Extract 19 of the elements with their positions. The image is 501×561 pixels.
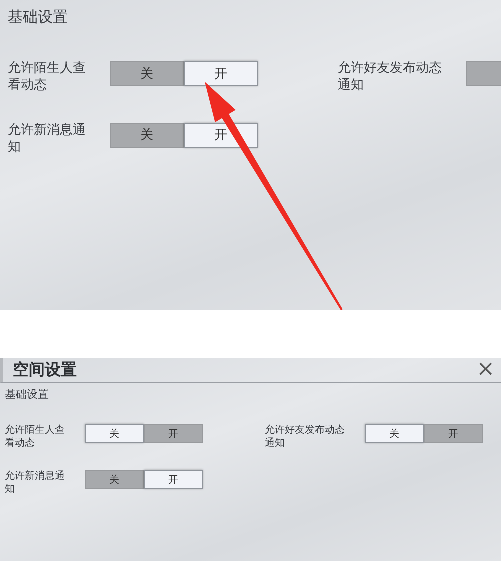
setting-label: 允许陌生人查看动态 — [5, 424, 65, 450]
setting-label: 允许好友发布动态通知 — [265, 424, 345, 450]
toggle-option[interactable]: 开 — [184, 61, 258, 86]
setting-label: 允许新消息通知 — [5, 470, 65, 496]
setting-label: 允许好友发布动态通知 — [338, 61, 442, 95]
setting-label: 允许新消息通知 — [8, 122, 86, 157]
toggle-option[interactable]: 关 — [110, 122, 184, 148]
toggle-option[interactable]: 开 — [144, 470, 203, 489]
toggle-option[interactable]: 关 — [110, 61, 184, 86]
close-icon[interactable]: × — [476, 359, 495, 381]
toggle-option[interactable]: 关 — [85, 424, 144, 443]
section-heading: 基础设置 — [8, 8, 68, 27]
toggle-option[interactable]: 开 — [144, 424, 203, 443]
section-heading: 基础设置 — [5, 387, 49, 402]
panel-title: 空间设置 — [13, 360, 77, 380]
toggle-option[interactable]: 开 — [424, 424, 483, 443]
setting-label: 允许陌生人查看动态 — [8, 61, 86, 95]
toggle-option[interactable]: 关 — [365, 424, 424, 443]
toggle-option[interactable]: 关 — [85, 470, 144, 489]
